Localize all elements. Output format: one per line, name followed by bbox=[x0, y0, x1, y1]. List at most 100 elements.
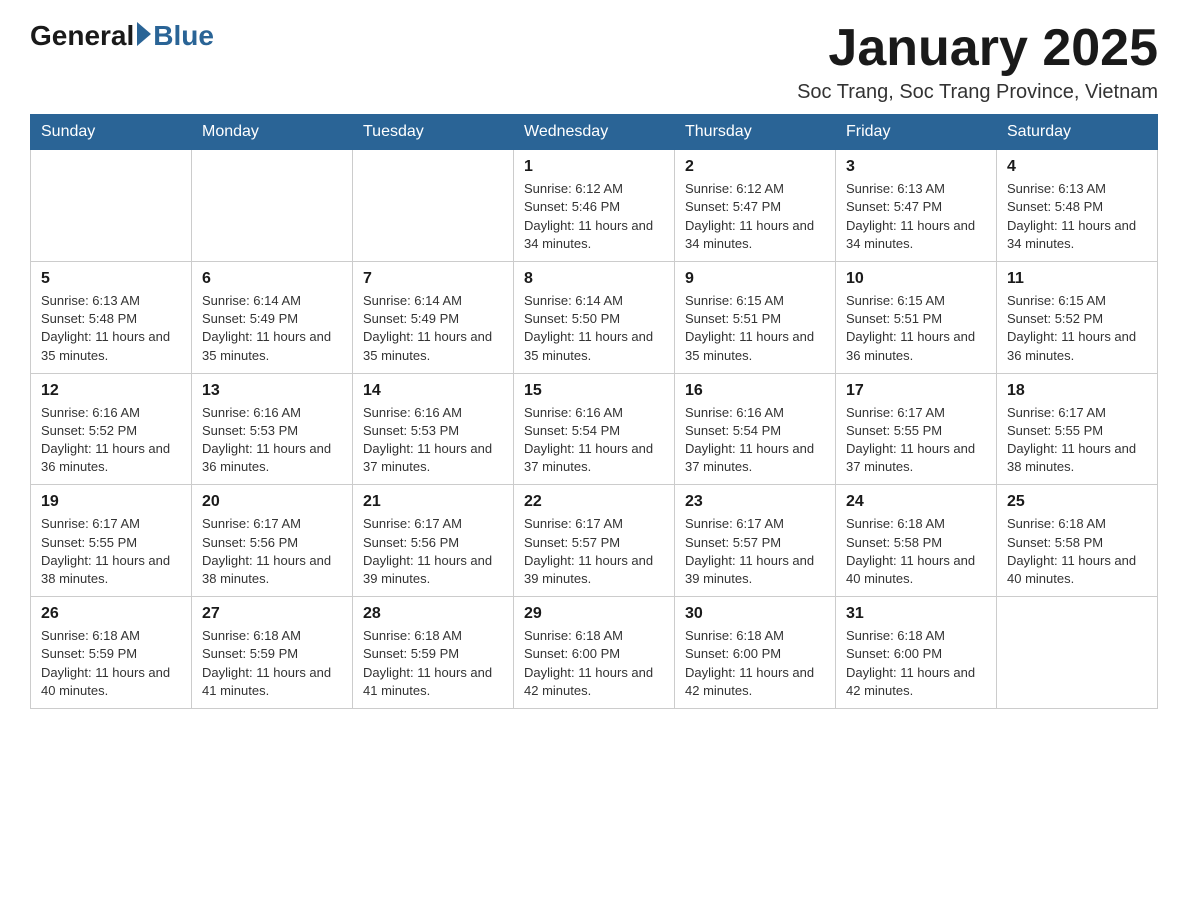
day-number: 20 bbox=[202, 493, 342, 511]
calendar-cell: 23 Sunrise: 6:17 AMSunset: 5:57 PMDayligh… bbox=[675, 485, 836, 597]
calendar-cell bbox=[353, 150, 514, 262]
day-number: 31 bbox=[846, 605, 986, 623]
calendar-cell bbox=[997, 597, 1158, 709]
calendar-cell: 25 Sunrise: 6:18 AMSunset: 5:58 PMDayligh… bbox=[997, 485, 1158, 597]
page-header: General Blue January 2025 Soc Trang, Soc… bbox=[30, 20, 1158, 104]
day-info: Sunrise: 6:18 AMSunset: 5:59 PMDaylight:… bbox=[202, 627, 342, 700]
day-info: Sunrise: 6:18 AMSunset: 6:00 PMDaylight:… bbox=[846, 627, 986, 700]
day-info: Sunrise: 6:17 AMSunset: 5:57 PMDaylight:… bbox=[524, 515, 664, 588]
weekday-header-saturday: Saturday bbox=[997, 115, 1158, 150]
calendar-cell: 3 Sunrise: 6:13 AMSunset: 5:47 PMDaylight… bbox=[836, 150, 997, 262]
title-block: January 2025 Soc Trang, Soc Trang Provin… bbox=[797, 20, 1158, 104]
day-number: 28 bbox=[363, 605, 503, 623]
day-number: 5 bbox=[41, 270, 181, 288]
calendar-cell: 31 Sunrise: 6:18 AMSunset: 6:00 PMDayligh… bbox=[836, 597, 997, 709]
day-number: 3 bbox=[846, 158, 986, 176]
day-info: Sunrise: 6:16 AMSunset: 5:54 PMDaylight:… bbox=[685, 404, 825, 477]
day-info: Sunrise: 6:18 AMSunset: 5:58 PMDaylight:… bbox=[1007, 515, 1147, 588]
day-number: 23 bbox=[685, 493, 825, 511]
day-number: 29 bbox=[524, 605, 664, 623]
day-info: Sunrise: 6:17 AMSunset: 5:56 PMDaylight:… bbox=[202, 515, 342, 588]
calendar-cell: 10 Sunrise: 6:15 AMSunset: 5:51 PMDayligh… bbox=[836, 261, 997, 373]
weekday-header-sunday: Sunday bbox=[31, 115, 192, 150]
day-number: 1 bbox=[524, 158, 664, 176]
calendar-cell: 22 Sunrise: 6:17 AMSunset: 5:57 PMDayligh… bbox=[514, 485, 675, 597]
day-number: 9 bbox=[685, 270, 825, 288]
calendar-cell: 5 Sunrise: 6:13 AMSunset: 5:48 PMDaylight… bbox=[31, 261, 192, 373]
calendar-week-row: 12 Sunrise: 6:16 AMSunset: 5:52 PMDayligh… bbox=[31, 373, 1158, 485]
calendar-cell: 21Sunrise: 6:17 AMSunset: 5:56 PMDayligh… bbox=[353, 485, 514, 597]
day-info: Sunrise: 6:12 AMSunset: 5:47 PMDaylight:… bbox=[685, 180, 825, 253]
day-info: Sunrise: 6:14 AMSunset: 5:49 PMDaylight:… bbox=[363, 292, 503, 365]
logo-arrow-icon bbox=[137, 22, 151, 46]
logo: General Blue bbox=[30, 20, 214, 52]
calendar-cell: 17Sunrise: 6:17 AMSunset: 5:55 PMDayligh… bbox=[836, 373, 997, 485]
day-number: 10 bbox=[846, 270, 986, 288]
weekday-header-row: SundayMondayTuesdayWednesdayThursdayFrid… bbox=[31, 115, 1158, 150]
day-info: Sunrise: 6:13 AMSunset: 5:48 PMDaylight:… bbox=[41, 292, 181, 365]
day-info: Sunrise: 6:12 AMSunset: 5:46 PMDaylight:… bbox=[524, 180, 664, 253]
day-number: 21 bbox=[363, 493, 503, 511]
day-number: 25 bbox=[1007, 493, 1147, 511]
day-info: Sunrise: 6:15 AMSunset: 5:51 PMDaylight:… bbox=[685, 292, 825, 365]
calendar-cell: 15Sunrise: 6:16 AMSunset: 5:54 PMDayligh… bbox=[514, 373, 675, 485]
day-number: 22 bbox=[524, 493, 664, 511]
day-info: Sunrise: 6:18 AMSunset: 5:59 PMDaylight:… bbox=[363, 627, 503, 700]
day-number: 24 bbox=[846, 493, 986, 511]
day-info: Sunrise: 6:15 AMSunset: 5:52 PMDaylight:… bbox=[1007, 292, 1147, 365]
day-info: Sunrise: 6:16 AMSunset: 5:53 PMDaylight:… bbox=[363, 404, 503, 477]
weekday-header-monday: Monday bbox=[192, 115, 353, 150]
day-info: Sunrise: 6:17 AMSunset: 5:55 PMDaylight:… bbox=[846, 404, 986, 477]
calendar-cell: 14 Sunrise: 6:16 AMSunset: 5:53 PMDayligh… bbox=[353, 373, 514, 485]
weekday-header-wednesday: Wednesday bbox=[514, 115, 675, 150]
calendar-cell: 18Sunrise: 6:17 AMSunset: 5:55 PMDayligh… bbox=[997, 373, 1158, 485]
calendar-cell: 27 Sunrise: 6:18 AMSunset: 5:59 PMDayligh… bbox=[192, 597, 353, 709]
calendar-cell: 13 Sunrise: 6:16 AMSunset: 5:53 PMDayligh… bbox=[192, 373, 353, 485]
calendar-cell: 26Sunrise: 6:18 AMSunset: 5:59 PMDayligh… bbox=[31, 597, 192, 709]
day-info: Sunrise: 6:16 AMSunset: 5:53 PMDaylight:… bbox=[202, 404, 342, 477]
calendar-cell bbox=[31, 150, 192, 262]
day-number: 30 bbox=[685, 605, 825, 623]
calendar-cell: 7 Sunrise: 6:14 AMSunset: 5:49 PMDaylight… bbox=[353, 261, 514, 373]
calendar-week-row: 26Sunrise: 6:18 AMSunset: 5:59 PMDayligh… bbox=[31, 597, 1158, 709]
day-number: 27 bbox=[202, 605, 342, 623]
day-number: 7 bbox=[363, 270, 503, 288]
calendar-cell: 24 Sunrise: 6:18 AMSunset: 5:58 PMDayligh… bbox=[836, 485, 997, 597]
calendar-week-row: 1 Sunrise: 6:12 AMSunset: 5:46 PMDaylight… bbox=[31, 150, 1158, 262]
day-number: 13 bbox=[202, 382, 342, 400]
weekday-header-tuesday: Tuesday bbox=[353, 115, 514, 150]
day-info: Sunrise: 6:13 AMSunset: 5:47 PMDaylight:… bbox=[846, 180, 986, 253]
day-info: Sunrise: 6:18 AMSunset: 5:58 PMDaylight:… bbox=[846, 515, 986, 588]
calendar-cell: 19Sunrise: 6:17 AMSunset: 5:55 PMDayligh… bbox=[31, 485, 192, 597]
day-number: 4 bbox=[1007, 158, 1147, 176]
day-info: Sunrise: 6:17 AMSunset: 5:55 PMDaylight:… bbox=[41, 515, 181, 588]
calendar-table: SundayMondayTuesdayWednesdayThursdayFrid… bbox=[30, 114, 1158, 709]
day-number: 16 bbox=[685, 382, 825, 400]
day-info: Sunrise: 6:13 AMSunset: 5:48 PMDaylight:… bbox=[1007, 180, 1147, 253]
calendar-cell: 30 Sunrise: 6:18 AMSunset: 6:00 PMDayligh… bbox=[675, 597, 836, 709]
logo-general-text: General bbox=[30, 20, 134, 52]
day-number: 8 bbox=[524, 270, 664, 288]
day-info: Sunrise: 6:18 AMSunset: 5:59 PMDaylight:… bbox=[41, 627, 181, 700]
day-number: 14 bbox=[363, 382, 503, 400]
calendar-cell: 12 Sunrise: 6:16 AMSunset: 5:52 PMDayligh… bbox=[31, 373, 192, 485]
calendar-cell: 9 Sunrise: 6:15 AMSunset: 5:51 PMDaylight… bbox=[675, 261, 836, 373]
calendar-week-row: 19Sunrise: 6:17 AMSunset: 5:55 PMDayligh… bbox=[31, 485, 1158, 597]
day-number: 11 bbox=[1007, 270, 1147, 288]
weekday-header-friday: Friday bbox=[836, 115, 997, 150]
location-text: Soc Trang, Soc Trang Province, Vietnam bbox=[797, 81, 1158, 104]
day-number: 2 bbox=[685, 158, 825, 176]
day-info: Sunrise: 6:16 AMSunset: 5:54 PMDaylight:… bbox=[524, 404, 664, 477]
day-number: 18 bbox=[1007, 382, 1147, 400]
day-number: 6 bbox=[202, 270, 342, 288]
calendar-cell: 1 Sunrise: 6:12 AMSunset: 5:46 PMDaylight… bbox=[514, 150, 675, 262]
day-info: Sunrise: 6:17 AMSunset: 5:57 PMDaylight:… bbox=[685, 515, 825, 588]
month-year-title: January 2025 bbox=[797, 20, 1158, 77]
calendar-cell: 4 Sunrise: 6:13 AMSunset: 5:48 PMDaylight… bbox=[997, 150, 1158, 262]
day-info: Sunrise: 6:15 AMSunset: 5:51 PMDaylight:… bbox=[846, 292, 986, 365]
day-info: Sunrise: 6:18 AMSunset: 6:00 PMDaylight:… bbox=[685, 627, 825, 700]
day-number: 12 bbox=[41, 382, 181, 400]
day-info: Sunrise: 6:16 AMSunset: 5:52 PMDaylight:… bbox=[41, 404, 181, 477]
calendar-cell: 20 Sunrise: 6:17 AMSunset: 5:56 PMDayligh… bbox=[192, 485, 353, 597]
calendar-cell: 16 Sunrise: 6:16 AMSunset: 5:54 PMDayligh… bbox=[675, 373, 836, 485]
